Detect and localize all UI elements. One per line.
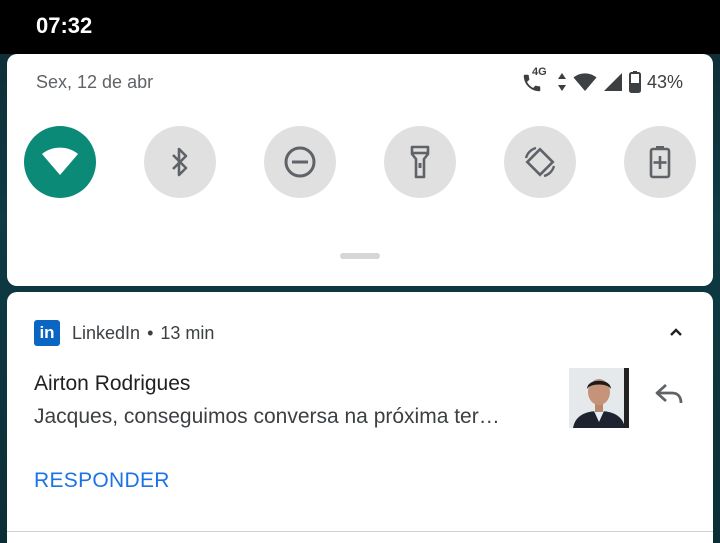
clock: 07:32 <box>36 13 93 38</box>
reply-button[interactable]: RESPONDER <box>34 469 170 493</box>
data-arrows-icon <box>557 72 567 92</box>
date-label: Sex, 12 de abr <box>36 72 154 92</box>
battery-percent: 43% <box>646 71 683 92</box>
notification-time: 13 min <box>160 322 215 343</box>
app-name: LinkedIn <box>72 322 141 343</box>
notification-header: in LinkedIn • 13 min <box>34 320 214 346</box>
status-icons: 4G 43% <box>521 66 683 94</box>
auto-rotate-tile[interactable] <box>504 126 576 198</box>
auto-rotate-icon <box>524 146 556 178</box>
linkedin-notification[interactable]: in LinkedIn • 13 min Airton Rodrigues Ja… <box>7 292 713 532</box>
do-not-disturb-tile[interactable] <box>264 126 336 198</box>
avatar <box>569 368 629 428</box>
flashlight-icon <box>410 145 430 179</box>
chevron-up-icon[interactable] <box>669 324 683 342</box>
battery-icon <box>628 71 641 93</box>
next-notification-edge <box>7 531 713 543</box>
battery-saver-tile[interactable] <box>624 126 696 198</box>
battery-saver-icon <box>649 146 671 179</box>
wifi-icon <box>42 147 78 175</box>
wifi-tile[interactable] <box>24 126 96 198</box>
message-preview: Jacques, conseguimos conversa na próxima… <box>34 405 500 428</box>
linkedin-icon: in <box>34 320 60 346</box>
reply-icon[interactable] <box>654 382 684 411</box>
network-type-label: 4G <box>531 66 547 78</box>
wifi-signal-icon <box>573 72 597 92</box>
flashlight-tile[interactable] <box>384 126 456 198</box>
quick-settings-panel: Sex, 12 de abr 4G 43% <box>7 54 713 286</box>
wifi-calling-icon: 4G <box>521 66 551 94</box>
status-bar: 07:32 <box>0 0 720 54</box>
do-not-disturb-icon <box>284 146 316 178</box>
sender-name: Airton Rodrigues <box>34 372 191 395</box>
separator-dot: • <box>147 322 154 343</box>
cell-signal-icon <box>603 72 623 92</box>
bluetooth-tile[interactable] <box>144 126 216 198</box>
bluetooth-icon <box>172 147 188 177</box>
drag-handle[interactable] <box>340 253 380 259</box>
